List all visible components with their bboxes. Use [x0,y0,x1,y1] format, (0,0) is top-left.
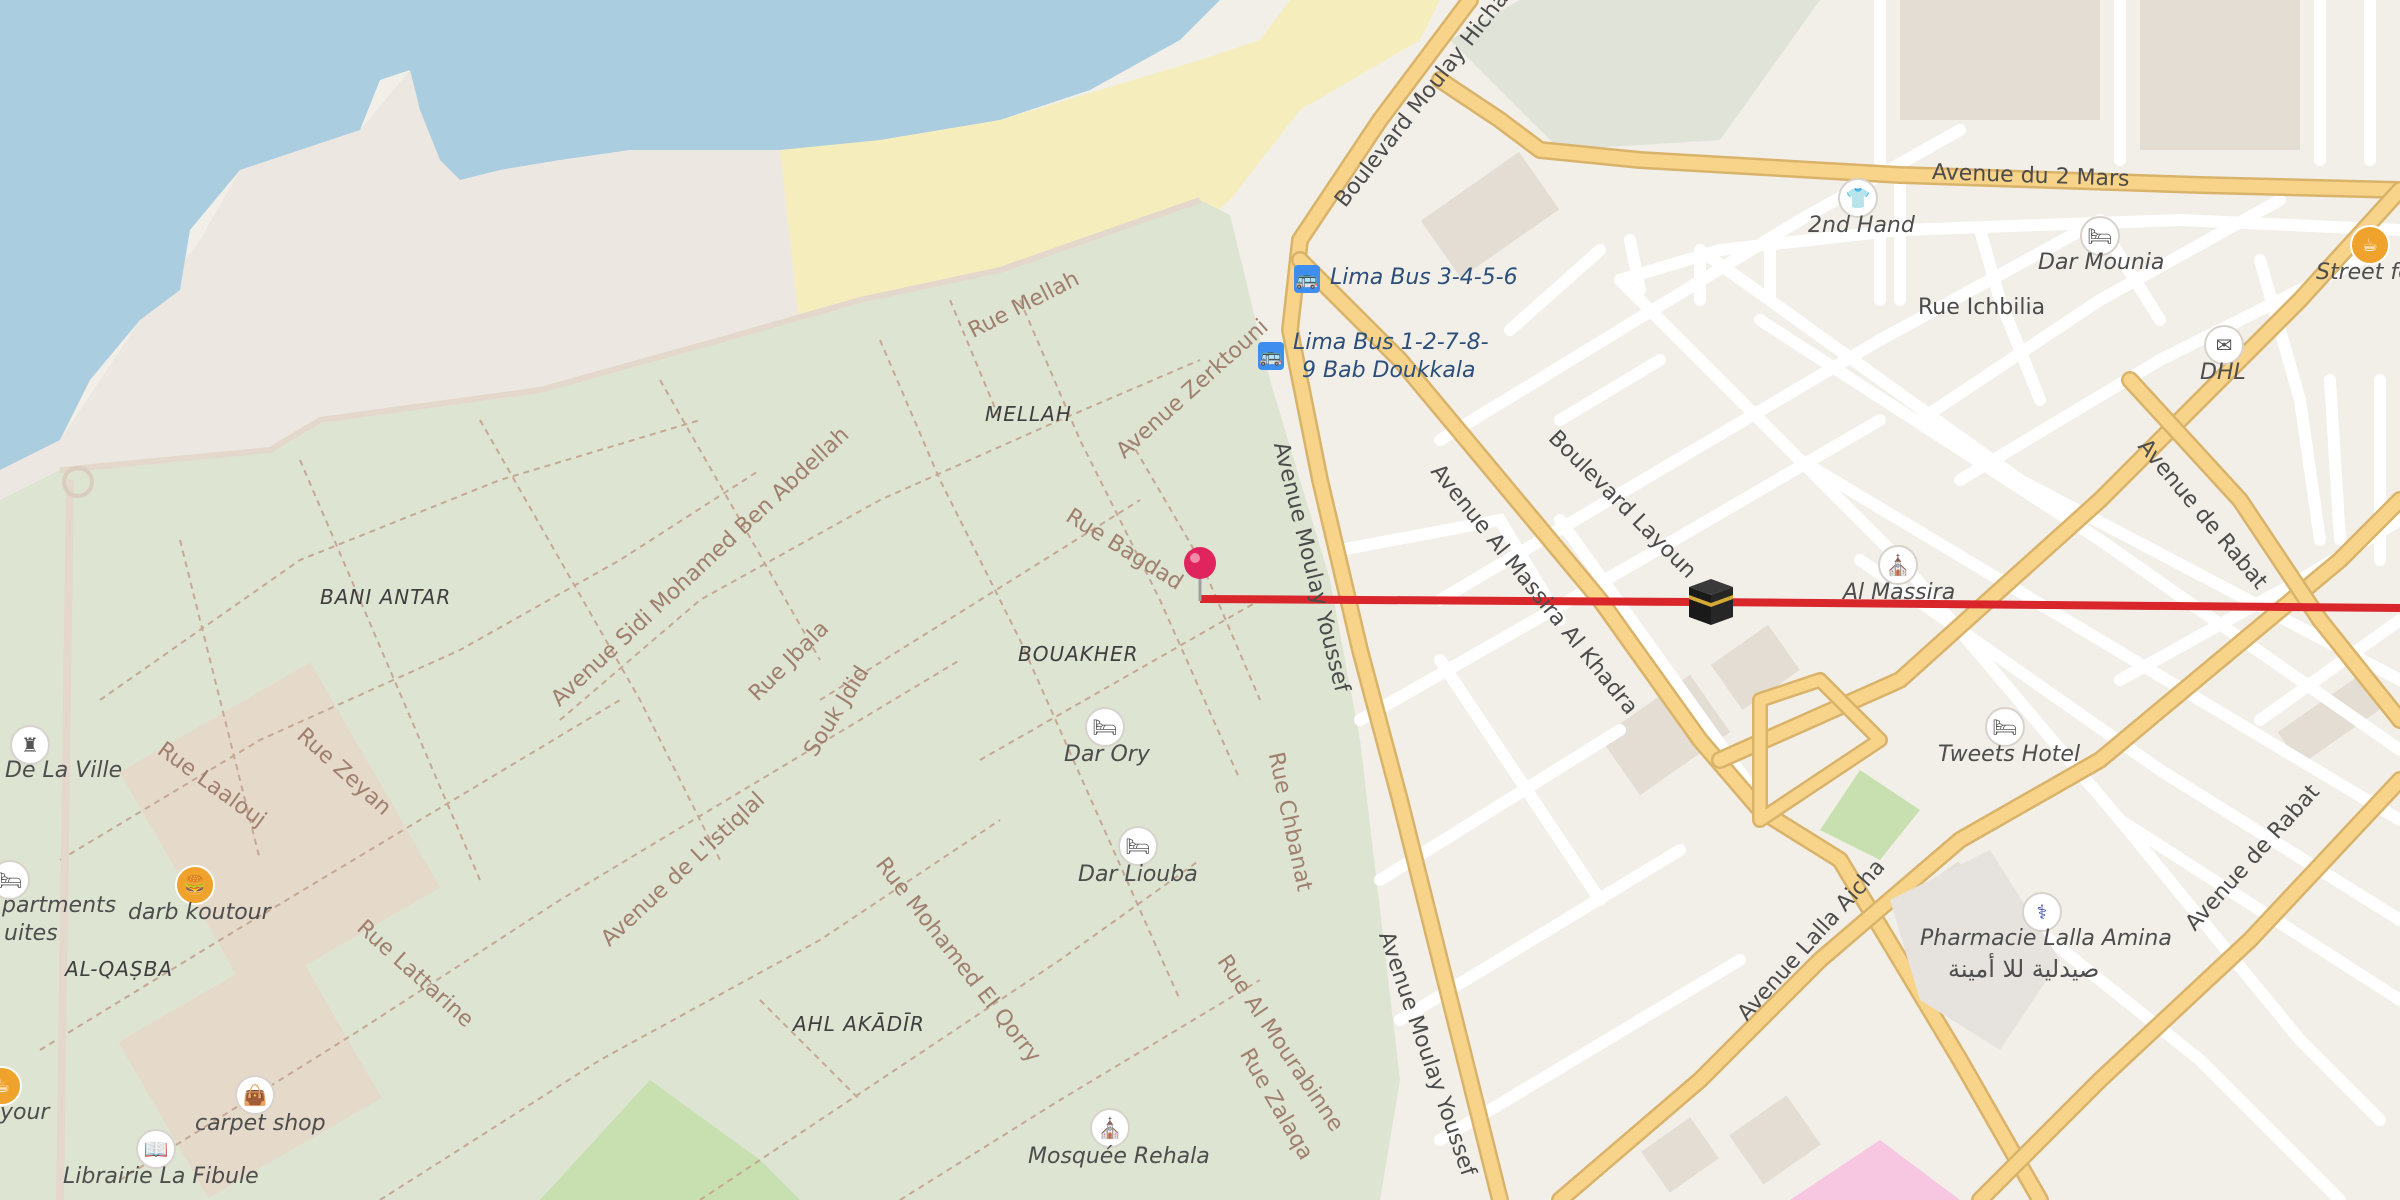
district-label-bani-antar: BANI ANTAR [320,585,452,609]
mosque-icon[interactable]: ⛪ [1090,1108,1130,1148]
mail-icon[interactable]: ✉ [2204,325,2244,365]
district-label-al-qasba: AL-QAṢBA [65,957,174,981]
poi-label-dar-liouba[interactable]: Dar Liouba [1078,862,1198,887]
poi-label-dhl[interactable]: DHL [2200,360,2246,385]
poi-label-carpet-shop[interactable]: carpet shop [195,1111,326,1136]
poi-label-apartments[interactable]: partments [2,893,116,918]
shirt-icon[interactable]: 👕 [1838,178,1878,218]
poi-label-2nd-hand[interactable]: 2nd Hand [1808,213,1915,238]
bus-icon[interactable]: 🚌 [1258,342,1284,370]
mosque-icon[interactable]: ⛪ [1878,545,1918,585]
poi-label-your[interactable]: your [0,1100,49,1125]
poi-label-pharmacie-lalla-amina[interactable]: Pharmacie Lalla Amina [1920,926,2172,951]
cup-icon[interactable]: ☕ [2350,225,2390,265]
bus-stop-label-2a[interactable]: Lima Bus 1-2-7-8- [1293,330,1489,355]
district-label-mellah: MELLAH [985,402,1072,426]
poi-label-mosquee-rehala[interactable]: Mosquée Rehala [1028,1144,1210,1169]
poi-label-al-massira[interactable]: Al Massira [1843,580,1955,605]
map-canvas[interactable]: MELLAH BANI ANTAR BOUAKHER AL-QAṢBA AHL … [0,0,2400,1200]
book-icon[interactable]: 📖 [136,1129,176,1169]
poi-label-de-la-ville[interactable]: De La Ville [5,758,122,783]
district-label-ahl-akadir: AHL AKĀDĪR [793,1012,925,1036]
bed-icon[interactable]: 🛏 [1118,826,1158,866]
poi-label-street-fo[interactable]: Street fo [2316,260,2400,285]
shopping-bag-icon[interactable]: 👜 [235,1075,275,1115]
district-label-bouakher: BOUAKHER [1018,642,1139,666]
poi-label-tweets-hotel[interactable]: Tweets Hotel [1938,742,2080,767]
street-label-rue-ichbilia: Rue Ichbilia [1918,295,2046,320]
bus-stop-label-1[interactable]: Lima Bus 3-4-5-6 [1330,265,1518,290]
burger-icon[interactable]: 🍔 [175,865,215,905]
poi-label-librairie-la-fibule[interactable]: Librairie La Fibule [63,1164,259,1189]
location-pin-icon[interactable] [1180,545,1220,605]
bus-icon[interactable]: 🚌 [1294,265,1320,293]
poi-label-dar-ory[interactable]: Dar Ory [1064,742,1150,767]
bed-icon[interactable]: 🛏 [1985,707,2025,747]
poi-label-dar-mounia[interactable]: Dar Mounia [2038,250,2164,275]
kaaba-icon[interactable] [1683,573,1739,629]
bed-icon[interactable]: 🛏 [1085,707,1125,747]
poi-label-suites[interactable]: uites [4,921,58,946]
poi-label-pharmacie-arabic: صيدلية للا أمينة [1948,955,2100,983]
bus-stop-label-2b[interactable]: 9 Bab Doukkala [1302,358,1475,383]
poi-label-darb-koutour[interactable]: darb koutour [128,900,271,925]
